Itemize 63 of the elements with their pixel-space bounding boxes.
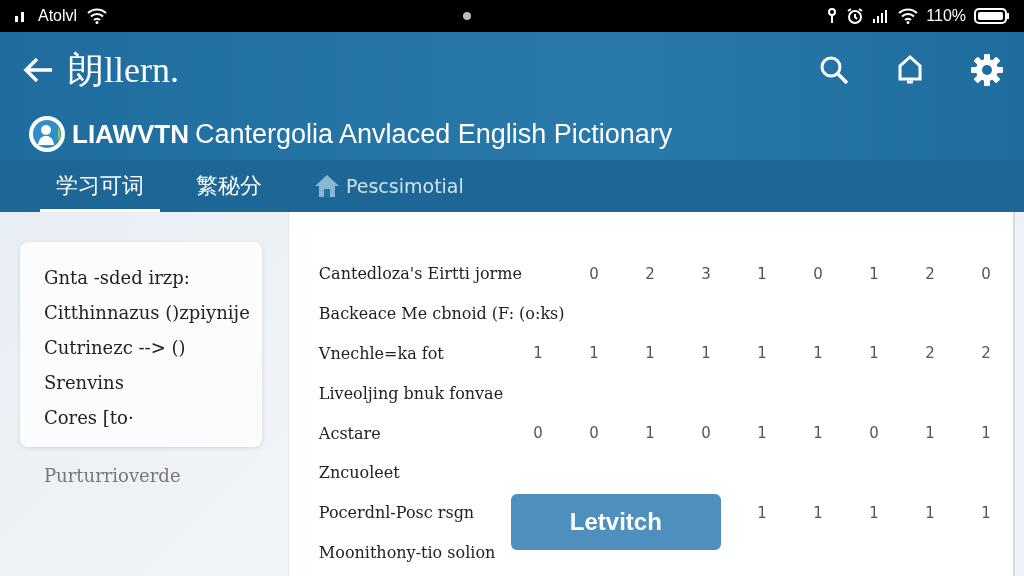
camera-dot: [462, 12, 471, 20]
table-cell-text: 0: [532, 424, 544, 443]
carrier-name: Atolvl: [38, 7, 78, 25]
table-cell-text: 1: [868, 344, 880, 363]
table-cell-text: 1: [644, 424, 656, 443]
table-cell-text: 1: [980, 503, 992, 522]
table-cell-text: 1: [812, 424, 824, 443]
table-cell-text: 2: [644, 264, 656, 283]
battery-level: 110%: [926, 7, 966, 25]
table-cell-text: 1: [700, 344, 712, 363]
row-label: Liveoljing bnuk fonvae: [318, 383, 504, 403]
alarm-icon: [846, 7, 865, 25]
table-cell-text: 2: [924, 344, 936, 363]
sidebar-footer: Purturrioverde: [44, 465, 262, 486]
table-cell-text: 1: [644, 344, 656, 363]
row-label: Zncuoleet: [318, 463, 401, 483]
search-icon[interactable]: [818, 54, 850, 86]
table-cell-text: 0: [812, 264, 824, 283]
row-label: Vnechle=ka fot: [318, 344, 445, 363]
menu-item[interactable]: Citthinnazus ()zpiynije: [44, 295, 250, 330]
table-cell-text: 3: [700, 264, 712, 283]
table-cell-text: 1: [756, 424, 768, 443]
menu-item[interactable]: Gnta -sded irzp:: [44, 260, 250, 295]
row-label: Backeace Me cbnoid (F: (o:ks): [318, 304, 565, 324]
table-cell-text: 1: [756, 503, 768, 522]
menu-item[interactable]: Cores [to·: [44, 400, 250, 435]
row-label: Cantedloza's Eirtti jorme: [318, 264, 522, 284]
table-cell-text: 1: [812, 503, 824, 522]
table-cell-text: 0: [588, 264, 600, 283]
logo-icon: [28, 115, 66, 153]
table-cell-text: 2: [924, 264, 936, 283]
table-cell-text: 1: [868, 264, 880, 283]
settings-icon[interactable]: [970, 53, 1004, 87]
dictionary-title: Cantergolia Anvlaced English Pictionary: [195, 118, 673, 150]
table-cell-text: 1: [868, 503, 880, 522]
table-cell-text: 1: [924, 503, 936, 522]
tab[interactable]: Pescsimotial: [298, 160, 480, 212]
table-cell-text: 1: [756, 264, 768, 283]
home-icon: [314, 173, 340, 198]
row-label: Acstare: [318, 423, 382, 443]
table-cell-text: 1: [756, 344, 768, 363]
table-cell-text: 0: [980, 264, 992, 283]
menu-item[interactable]: Cutrinezc --> (): [44, 330, 250, 365]
table-cell-text: 1: [924, 424, 936, 443]
tab[interactable]: 繁秘分: [180, 160, 278, 212]
table-cell-text: 0: [868, 424, 880, 443]
floating-button[interactable]: Letvitch: [510, 494, 721, 550]
brand-name: LIAWVTN: [72, 118, 189, 150]
table-cell-text: 1: [812, 344, 824, 363]
row-label: Moonithony-tio solion: [318, 542, 496, 562]
wifi-icon: [898, 8, 919, 24]
wifi-icon: [87, 8, 108, 24]
row-label: Pocerdnl-Posc rsgn: [318, 503, 476, 523]
table-cell-text: 0: [700, 424, 712, 443]
battery-icon: [974, 8, 1010, 24]
table-cell-text: 0: [588, 424, 600, 443]
table-cell-text: 2: [980, 344, 992, 363]
table-cell-text: 1: [588, 344, 600, 363]
menu-item[interactable]: Srenvins: [44, 365, 250, 400]
back-icon[interactable]: [22, 56, 54, 84]
table-cell-text: 1: [980, 424, 992, 443]
table-cell-text: 1: [532, 344, 544, 363]
app-title: 朗llern.: [68, 48, 180, 92]
